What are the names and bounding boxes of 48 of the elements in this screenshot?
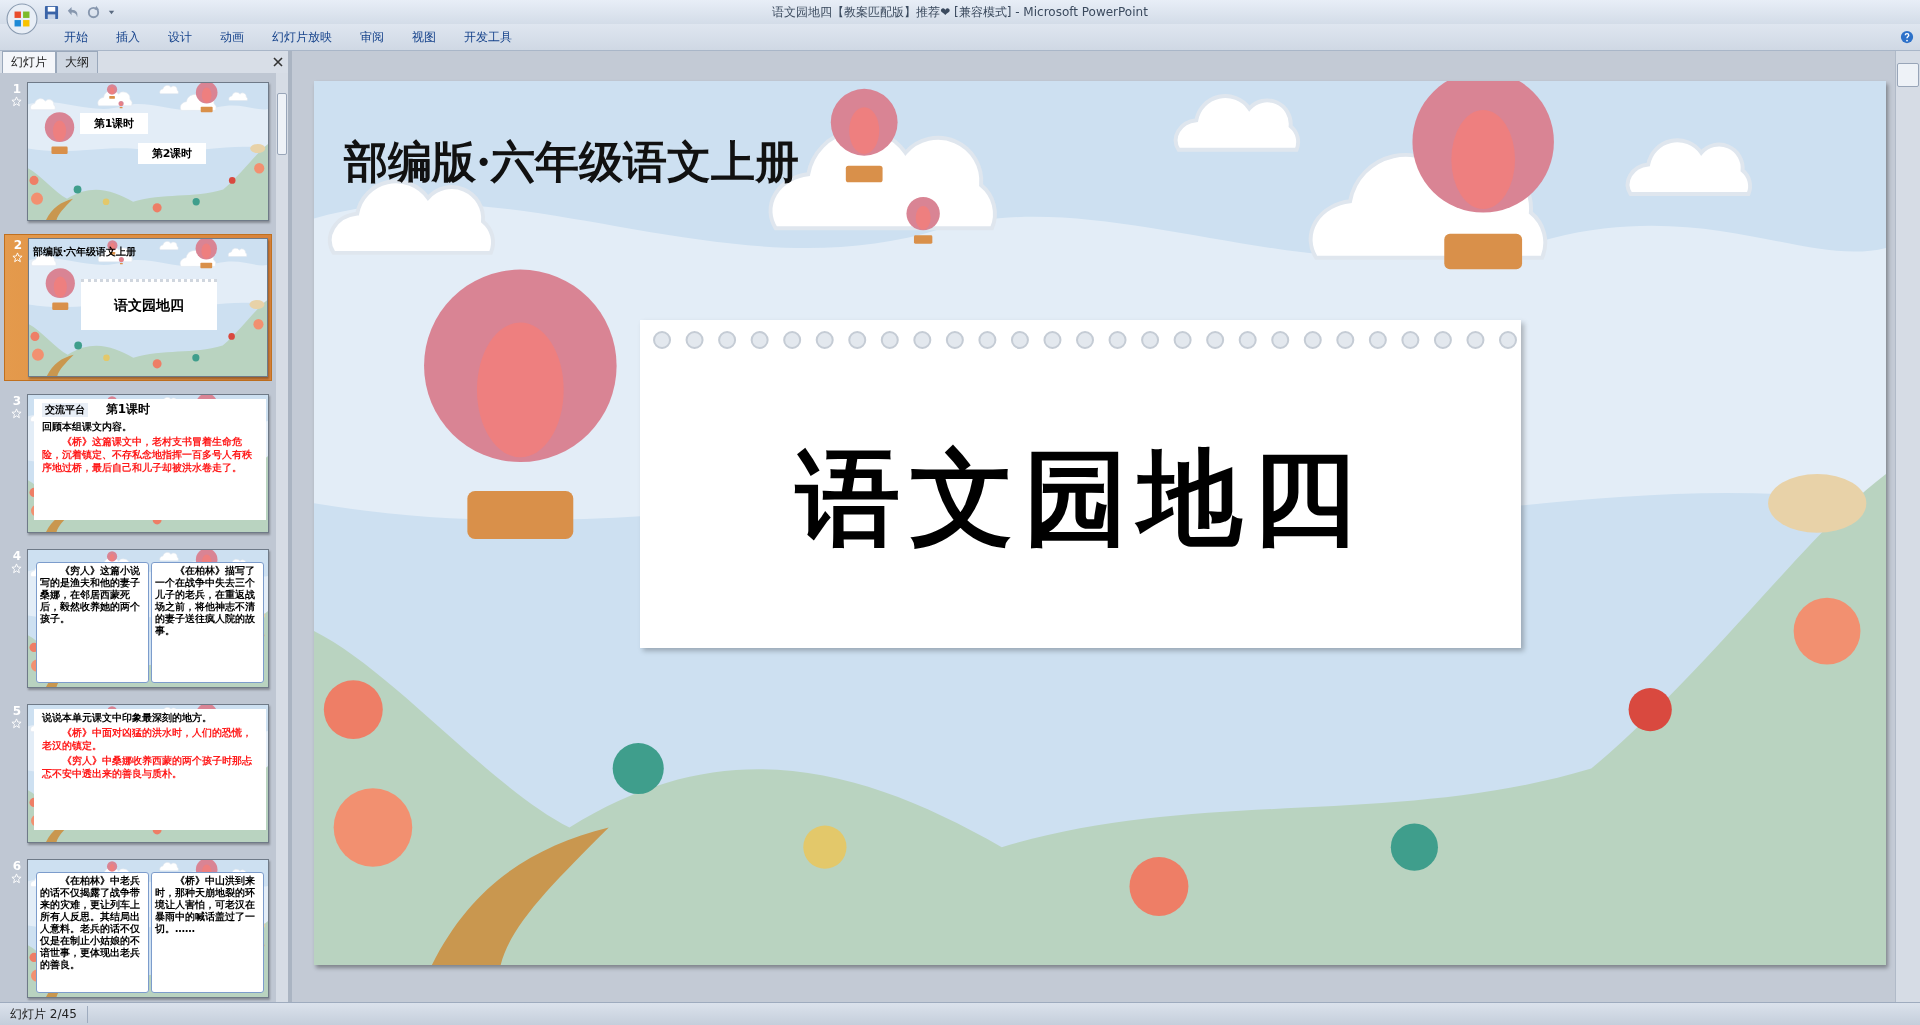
slide-text: 第1课时 xyxy=(79,113,149,134)
ribbon-tab[interactable]: 幻灯片放映 xyxy=(258,25,346,49)
slide-text: 回顾本组课文内容。 xyxy=(41,420,133,433)
animation-star-icon xyxy=(11,718,23,729)
ribbon-tab[interactable]: 动画 xyxy=(206,25,258,49)
slide-thumbnail[interactable]: 2 部编版·六年级语文上册 语文园地四 xyxy=(4,234,272,381)
slide-text: 《穷人》中桑娜收养西蒙的两个孩子时那忐忑不安中透出来的善良与质朴。 xyxy=(41,754,253,780)
slide-number: 3 xyxy=(12,394,22,408)
ribbon-tab[interactable]: 审阅 xyxy=(346,25,398,49)
slide-text: 《桥》这篇课文中，老村支书冒着生命危险，沉着镇定、不存私念地指挥一百多号人有秩序地过桥，最后自己和儿子却被洪水卷走了。 xyxy=(41,435,253,474)
animation-star-icon xyxy=(11,96,23,107)
slide-title: 语文园地四 xyxy=(795,435,1366,561)
slide-number: 2 xyxy=(13,238,22,252)
ribbon-tab[interactable]: 视图 xyxy=(398,25,450,49)
panel-tab[interactable]: 大纲 xyxy=(56,51,98,73)
slide-text: 语文园地四 xyxy=(80,279,217,330)
slide-text: 《桥》中面对凶猛的洪水时，人们的恐慌，老汉的镇定。 xyxy=(41,726,253,752)
help-icon[interactable] xyxy=(1900,30,1914,44)
ribbon-tab[interactable]: 插入 xyxy=(102,25,154,49)
slide-number: 4 xyxy=(12,549,22,563)
slide-text: 第1课时 xyxy=(105,401,151,418)
close-icon[interactable] xyxy=(272,56,284,68)
ribbon-tab[interactable]: 开发工具 xyxy=(450,25,526,49)
slide-text: 第2课时 xyxy=(137,143,207,164)
slide-text: 《在柏林》中老兵的话不仅揭露了战争带来的灾难，更让列车上所有人反思。其结局出人意料。老兵的话不仅仅是在制止小姑娘的不谙世事，更体现出老兵的善良。 xyxy=(35,872,149,993)
slide-number: 6 xyxy=(12,859,22,873)
animation-star-icon xyxy=(11,408,23,419)
slide-subtitle: 部编版·六年级语文上册 xyxy=(344,135,800,189)
slide-number: 5 xyxy=(12,704,22,718)
slide-counter: 幻灯片 2/45 xyxy=(0,1005,88,1023)
slide-text: 《在柏林》描写了一个在战争中失去三个儿子的老兵，在重返战场之前，将他神志不清的妻子送往疯人院的故事。 xyxy=(150,562,264,683)
slide-text: 部编版·六年级语文上册 xyxy=(32,245,137,259)
slide-text: 说说本单元课文中印象最深刻的地方。 xyxy=(41,711,213,724)
redo-icon[interactable] xyxy=(86,4,101,20)
window-title: 语文园地四【教案匹配版】推荐❤ [兼容模式] - Microsoft PowerPoint xyxy=(772,3,1148,21)
animation-star-icon xyxy=(11,873,23,884)
ribbon-tab[interactable]: 设计 xyxy=(154,25,206,49)
animation-star-icon xyxy=(12,252,24,263)
slide-text: 交流平台 xyxy=(41,402,88,417)
slide-text: 《桥》中山洪到来时，那种天崩地裂的环境让人害怕，可老汉在暴雨中的喊话盖过了一切。…… xyxy=(150,872,264,993)
save-icon[interactable] xyxy=(44,4,59,20)
scrollbar[interactable] xyxy=(1895,51,1920,1002)
scrollbar[interactable] xyxy=(276,73,288,1002)
panel-tab[interactable]: 幻灯片 xyxy=(2,51,56,73)
slide-number: 1 xyxy=(12,82,22,96)
animation-star-icon xyxy=(11,563,23,574)
ribbon-tab[interactable]: 开始 xyxy=(50,25,102,49)
slide-text: 《穷人》这篇小说写的是渔夫和他的妻子桑娜，在邻居西蒙死后，毅然收养她的两个孩子。 xyxy=(35,562,149,683)
